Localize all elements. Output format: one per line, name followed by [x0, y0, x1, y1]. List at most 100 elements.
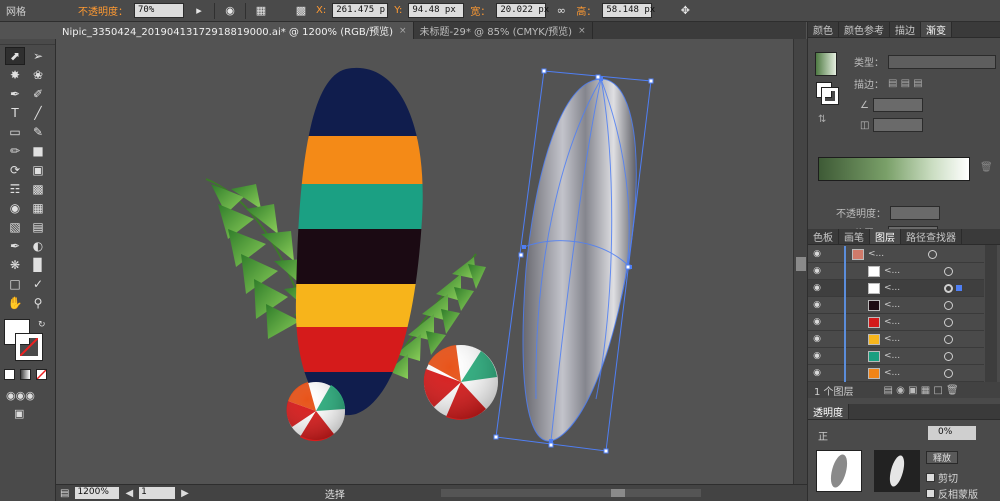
- magic-wand-icon[interactable]: ✸: [5, 66, 25, 84]
- graph-icon[interactable]: ▉: [28, 256, 48, 274]
- line-tool-icon[interactable]: ╱: [28, 104, 48, 122]
- surfboard[interactable]: [286, 59, 436, 432]
- height-field[interactable]: 58.148 px: [602, 3, 655, 18]
- layer-row[interactable]: ◉ <...: [808, 313, 984, 331]
- toolbar-grip[interactable]: [0, 39, 55, 45]
- eye-icon[interactable]: ◉: [808, 249, 826, 259]
- tab-document-1[interactable]: Nipic_3350424_20190413172918819000.ai* @…: [56, 22, 414, 39]
- angle-field[interactable]: [872, 98, 923, 112]
- page-field[interactable]: 1: [139, 487, 176, 499]
- target-icon[interactable]: [944, 266, 953, 276]
- chevron-right-icon[interactable]: ▸: [190, 3, 208, 19]
- gradient-tool-icon[interactable]: ▤: [28, 218, 48, 236]
- paintbrush-icon[interactable]: ✎: [28, 123, 48, 141]
- eye-icon[interactable]: ◉: [808, 300, 826, 310]
- hand-icon[interactable]: ✋: [5, 294, 25, 312]
- layer-row-selected[interactable]: ◉ <...: [808, 279, 984, 297]
- stroke-swatch[interactable]: [15, 333, 43, 361]
- close-icon[interactable]: ×: [399, 26, 407, 36]
- shape-builder-icon[interactable]: ◉: [5, 199, 25, 217]
- next-page-icon[interactable]: ▶: [181, 488, 189, 499]
- scale-icon[interactable]: ▣: [28, 161, 48, 179]
- transform-icon[interactable]: ✥: [676, 3, 694, 19]
- align-grid-icon[interactable]: ▦: [252, 3, 270, 19]
- object-thumbnail[interactable]: [816, 450, 862, 492]
- transparency-opacity-field[interactable]: 0%: [928, 426, 976, 440]
- tab-pathfinder[interactable]: 路径查找器: [901, 229, 962, 244]
- stroke-gradient-icons[interactable]: ▤ ▤ ▤: [888, 78, 923, 89]
- none-mode-icon[interactable]: [36, 369, 47, 380]
- target-icon[interactable]: [944, 283, 953, 293]
- rotate-icon[interactable]: ⟳: [5, 161, 25, 179]
- tab-layers[interactable]: 图层: [870, 229, 901, 244]
- type-tool-icon[interactable]: T: [5, 104, 25, 122]
- direct-selection-icon[interactable]: ➢: [28, 47, 48, 65]
- tab-color[interactable]: 颜色: [808, 22, 839, 37]
- x-field[interactable]: 261.475 p: [332, 3, 389, 18]
- eraser-icon[interactable]: ■: [28, 142, 48, 160]
- vertical-scrollbar[interactable]: [793, 39, 807, 484]
- layer-row[interactable]: ◉ <...: [808, 262, 984, 280]
- layer-row[interactable]: ◉ <...: [808, 245, 984, 263]
- pen-tool-icon[interactable]: ✒: [5, 85, 25, 103]
- rectangle-tool-icon[interactable]: ▭: [5, 123, 25, 141]
- beach-ball-small[interactable]: [286, 382, 345, 442]
- eye-icon[interactable]: ◉: [808, 283, 826, 293]
- artboard-icon[interactable]: □: [5, 275, 25, 293]
- draw-mode-icon[interactable]: ◉◉◉: [6, 389, 35, 402]
- gradient-preview[interactable]: [815, 52, 837, 76]
- target-icon[interactable]: [944, 351, 953, 361]
- clip-checkbox[interactable]: [926, 473, 935, 482]
- opacity-label[interactable]: 不透明度：: [78, 3, 128, 18]
- eyedropper-icon[interactable]: ✒: [5, 237, 25, 255]
- swap-fill-stroke-icon[interactable]: ↻: [38, 320, 46, 330]
- slice-icon[interactable]: ✓: [28, 275, 48, 293]
- mask-thumbnail[interactable]: [874, 450, 920, 492]
- aspect-field[interactable]: [873, 118, 924, 132]
- tab-brushes[interactable]: 画笔: [839, 229, 870, 244]
- delete-stop-icon[interactable]: 🗑: [980, 162, 993, 173]
- scroll-thumb[interactable]: [796, 257, 806, 271]
- recolor-icon[interactable]: ◉: [221, 3, 239, 19]
- target-icon[interactable]: [944, 317, 953, 327]
- reverse-gradient-icon[interactable]: ⇅: [818, 114, 826, 125]
- width-field[interactable]: 20.022 px: [496, 3, 549, 18]
- gradient-slider[interactable]: [818, 157, 970, 181]
- blend-mode-dropdown[interactable]: 正: [818, 428, 828, 443]
- beach-ball-large[interactable]: [423, 345, 498, 420]
- gradient-type-dropdown[interactable]: [888, 54, 996, 69]
- close-icon[interactable]: ×: [578, 26, 586, 36]
- perspective-grid-icon[interactable]: ▦: [28, 199, 48, 217]
- prev-page-icon[interactable]: ◀: [125, 488, 133, 499]
- invert-mask-checkbox[interactable]: [926, 489, 935, 498]
- selection-tool-icon[interactable]: ⬈: [5, 47, 25, 65]
- lasso-icon[interactable]: ❀: [28, 66, 48, 84]
- curvature-icon[interactable]: ✐: [28, 85, 48, 103]
- zoom-menu-icon[interactable]: ▤: [60, 488, 69, 499]
- width-tool-icon[interactable]: ☶: [5, 180, 25, 198]
- blend-icon[interactable]: ◐: [28, 237, 48, 255]
- scroll-thumb[interactable]: [610, 489, 625, 497]
- screen-mode-icon[interactable]: ▣: [14, 407, 24, 420]
- target-icon[interactable]: [944, 334, 953, 344]
- gradient-stroke-icon[interactable]: [821, 87, 839, 105]
- tab-document-2[interactable]: 未标题-29* @ 85% (CMYK/预览) ×: [414, 22, 593, 39]
- color-mode-icon[interactable]: [4, 369, 15, 380]
- layer-actions-icons[interactable]: ▤ ◉ ▣ ▦ □ 🗑: [884, 385, 959, 396]
- gradient-mode-icon[interactable]: [20, 369, 31, 380]
- link-icon[interactable]: ∞: [552, 3, 570, 19]
- zoom-icon[interactable]: ⚲: [28, 294, 48, 312]
- eye-icon[interactable]: ◉: [808, 317, 826, 327]
- eye-icon[interactable]: ◉: [808, 266, 826, 276]
- target-icon[interactable]: [944, 368, 953, 378]
- selection-indicator[interactable]: [956, 285, 962, 291]
- release-button[interactable]: 释放: [926, 451, 959, 464]
- tab-color-guide[interactable]: 颜色参考: [839, 22, 890, 37]
- artboard-canvas[interactable]: [56, 39, 793, 484]
- layers-scrollbar[interactable]: [985, 245, 997, 382]
- glass-surfboard[interactable]: [493, 68, 654, 454]
- target-icon[interactable]: [928, 249, 937, 259]
- eye-icon[interactable]: ◉: [808, 351, 826, 361]
- symbol-sprayer-icon[interactable]: ❋: [5, 256, 25, 274]
- tab-transparency[interactable]: 透明度: [808, 404, 849, 419]
